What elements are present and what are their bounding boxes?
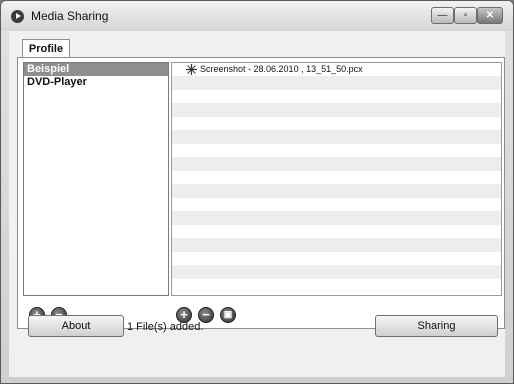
empty-row xyxy=(172,184,501,198)
empty-row xyxy=(172,130,501,144)
status-text: 1 File(s) added. xyxy=(127,321,204,333)
file-icon xyxy=(186,64,197,75)
empty-row xyxy=(172,103,501,117)
profile-item-dvd-player[interactable]: DVD-Player xyxy=(24,76,168,89)
file-list[interactable]: Screenshot - 28.06.2010 , 13_51_50.pcx xyxy=(171,62,502,296)
profile-item-beispiel[interactable]: Beispiel xyxy=(24,63,168,76)
sharing-button[interactable]: Sharing xyxy=(375,315,498,337)
empty-row xyxy=(172,90,501,104)
maximize-icon: ▫ xyxy=(463,10,468,21)
tab-profile[interactable]: Profile xyxy=(22,39,70,58)
empty-row xyxy=(172,76,501,90)
title-bar[interactable]: Media Sharing — ▫ ✕ xyxy=(1,1,513,31)
media-sharing-window: Media Sharing — ▫ ✕ Profile Beispiel DVD… xyxy=(0,0,514,384)
empty-row xyxy=(172,279,501,293)
empty-row xyxy=(172,225,501,239)
about-button[interactable]: About xyxy=(28,315,124,337)
empty-row xyxy=(172,211,501,225)
profile-panel: Beispiel DVD-Player Screenshot - 28.06.2… xyxy=(17,57,505,329)
empty-row xyxy=(172,252,501,266)
empty-row xyxy=(172,265,501,279)
close-button[interactable]: ✕ xyxy=(477,7,503,24)
empty-row xyxy=(172,117,501,131)
empty-row xyxy=(172,157,501,171)
empty-row xyxy=(172,238,501,252)
file-list-item[interactable]: Screenshot - 28.06.2010 , 13_51_50.pcx xyxy=(172,63,501,76)
minimize-button[interactable]: — xyxy=(431,7,454,24)
profile-list[interactable]: Beispiel DVD-Player xyxy=(23,62,169,296)
empty-row xyxy=(172,198,501,212)
app-play-icon xyxy=(11,10,24,23)
maximize-button[interactable]: ▫ xyxy=(454,7,477,24)
add-folder-button[interactable]: ▣ xyxy=(220,307,236,323)
minimize-icon: — xyxy=(437,10,448,21)
window-title: Media Sharing xyxy=(31,9,109,23)
close-icon: ✕ xyxy=(485,10,495,21)
file-name: Screenshot - 28.06.2010 , 13_51_50.pcx xyxy=(200,64,363,74)
empty-row xyxy=(172,171,501,185)
empty-row xyxy=(172,144,501,158)
